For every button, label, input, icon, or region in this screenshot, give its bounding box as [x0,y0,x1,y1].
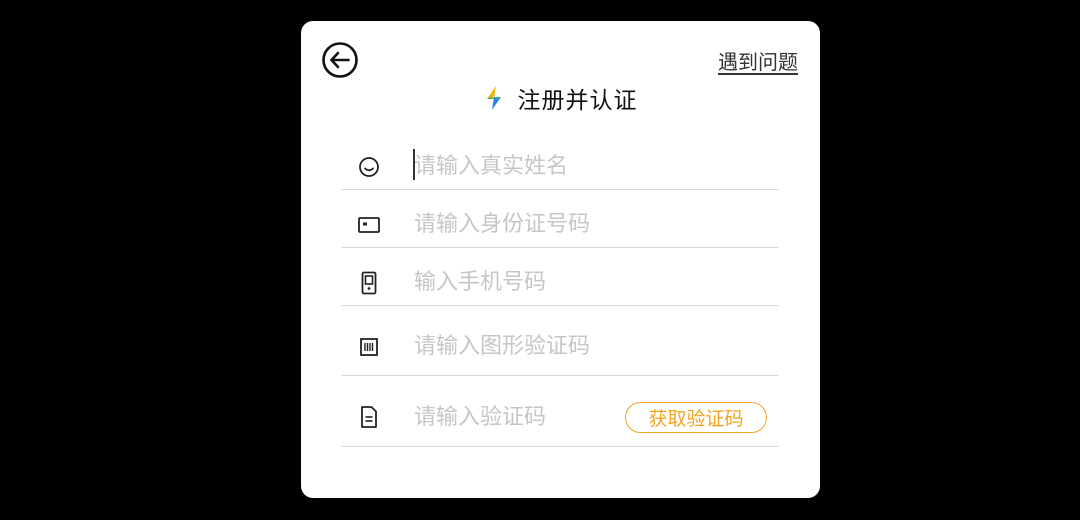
sms-code-field-row: 获取验证码 [341,388,779,447]
sms-code-input[interactable] [414,397,625,437]
get-code-button[interactable]: 获取验证码 [625,401,767,433]
captcha-input[interactable] [414,326,779,367]
captcha-field-row [341,318,779,376]
smile-icon [357,155,381,179]
barcode-icon [357,335,381,359]
name-input[interactable] [414,146,779,187]
page-title: 注册并认证 [517,88,638,114]
title-row: 注册并认证 [301,81,820,115]
help-link[interactable]: 遇到问题 [718,46,798,75]
id-card-field-row [341,202,779,248]
document-icon [357,405,381,429]
phone-field-row [341,260,779,306]
register-dialog: 遇到问题 注册并认证 请输入真实姓名 请输入身份证号码 输入手机号码 请输入图形… [301,21,820,498]
back-button[interactable] [321,41,359,79]
id-card-input[interactable] [414,204,779,245]
arrow-left-circle-icon [322,42,358,78]
phone-input[interactable] [414,262,779,303]
lightning-icon [484,85,504,111]
name-field-row [341,144,779,190]
id-card-icon [357,213,381,237]
text-cursor [413,149,415,180]
phone-icon [357,271,381,295]
